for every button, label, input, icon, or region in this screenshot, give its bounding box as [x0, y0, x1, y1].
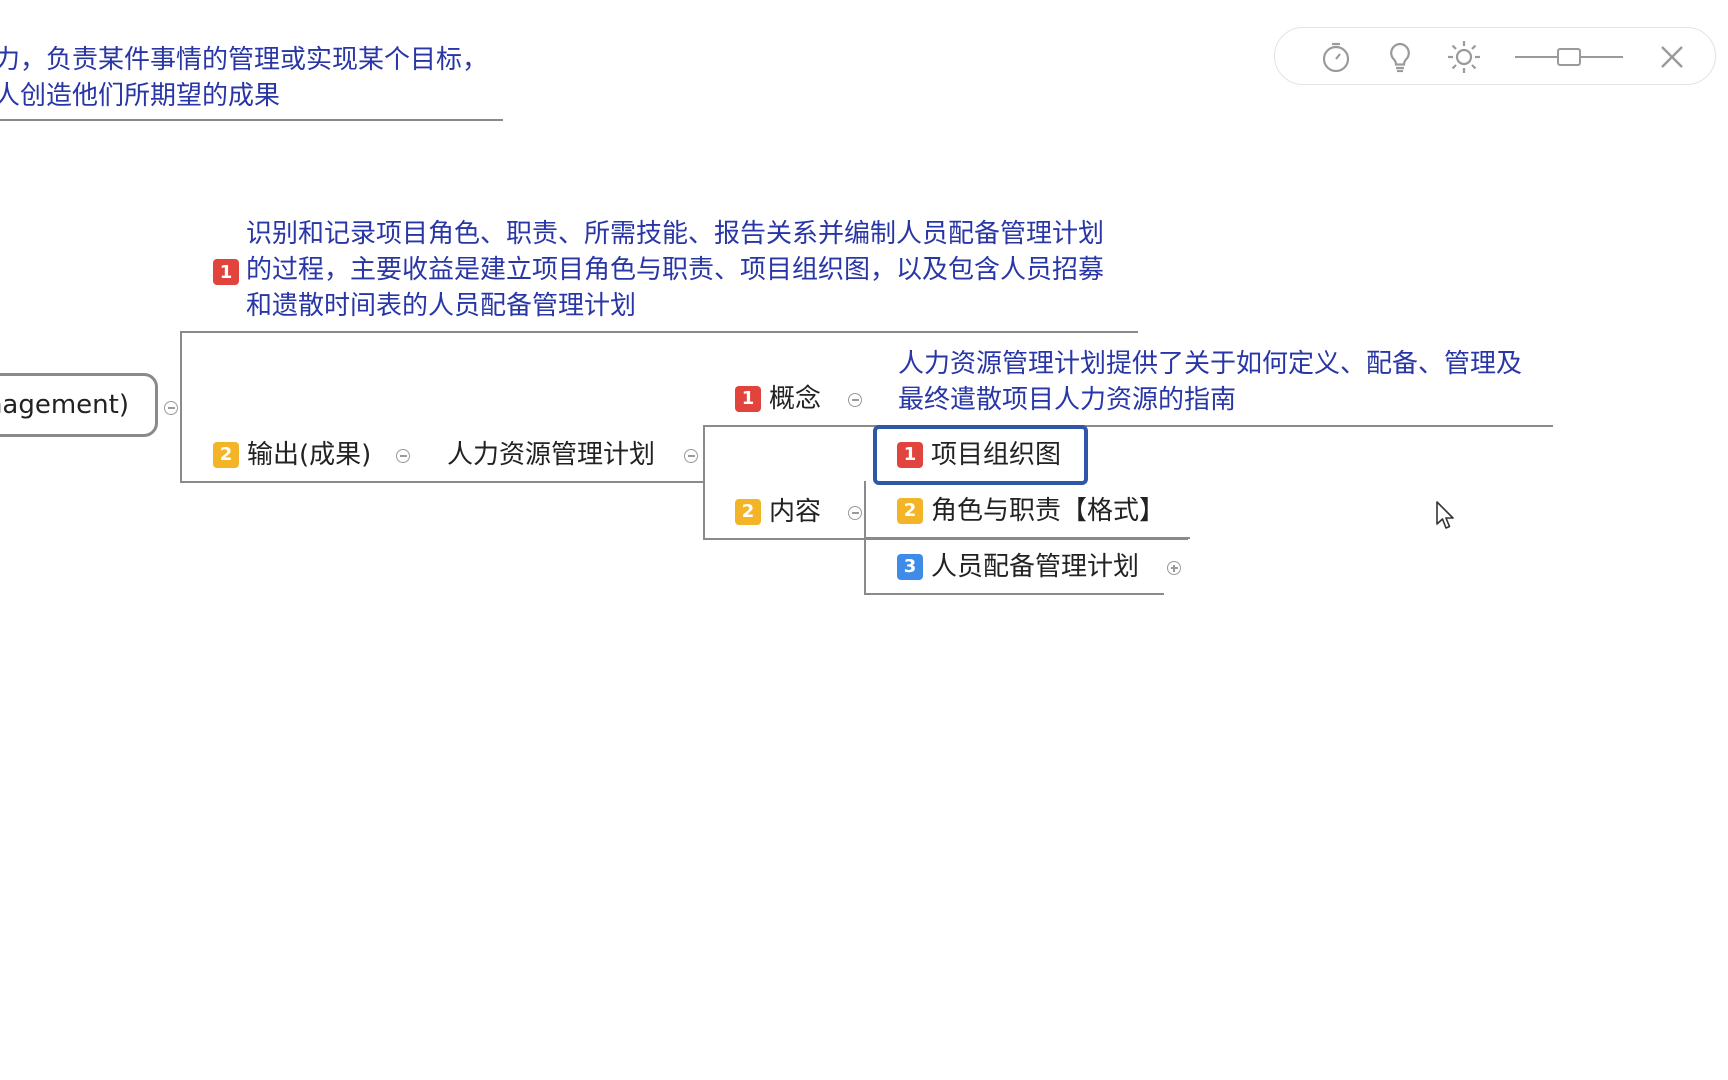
top-note: 力，负责某件事情的管理或实现某个目标， 人创造他们所期望的成果: [0, 42, 488, 114]
zoom-slider[interactable]: [1515, 43, 1623, 71]
concept-node[interactable]: 1 概念: [735, 381, 821, 417]
definition-note-line-1: 识别和记录项目角色、职责、所需技能、报告关系并编制人员配备管理计划: [246, 219, 1105, 249]
concept-underline: [703, 425, 1553, 427]
lightbulb-icon[interactable]: [1381, 38, 1419, 76]
definition-underline: [180, 331, 1138, 333]
plan-node[interactable]: 人力资源管理计划: [447, 437, 655, 473]
priority-3-icon: 3: [897, 554, 923, 580]
priority-2-icon: 2: [897, 498, 923, 524]
output-underline: [180, 481, 705, 483]
mindmap-canvas[interactable]: 力，负责某件事情的管理或实现某个目标， 人创造他们所期望的成果 nagement…: [0, 0, 1728, 1080]
content-node[interactable]: 2 内容: [735, 494, 821, 530]
expand-icon[interactable]: [1167, 561, 1181, 575]
content-item-3-underline: [864, 593, 1164, 595]
priority-2-icon: 2: [213, 442, 239, 468]
root-collapse-icon[interactable]: [164, 401, 178, 415]
zoom-slider-handle[interactable]: [1557, 48, 1581, 66]
concept-collapse-icon[interactable]: [848, 393, 862, 407]
content-collapse-icon[interactable]: [848, 506, 862, 520]
plan-branch-connector: [703, 425, 705, 540]
output-node-label: 输出(成果): [247, 440, 372, 470]
top-note-line-2: 人创造他们所期望的成果: [0, 81, 281, 111]
close-icon[interactable]: [1653, 38, 1691, 76]
content-item-label: 项目组织图: [931, 440, 1062, 470]
brightness-icon[interactable]: [1445, 38, 1483, 76]
concept-note-line-2: 最终遣散项目人力资源的指南: [898, 385, 1237, 415]
concept-note-line-1: 人力资源管理计划提供了关于如何定义、配备、管理及: [898, 349, 1523, 379]
priority-2-icon: 2: [735, 499, 761, 525]
content-item-org-chart[interactable]: 1 项目组织图: [897, 437, 1061, 473]
mouse-cursor-icon: [1435, 500, 1457, 536]
content-item-roles[interactable]: 2 角色与职责【格式】: [897, 493, 1165, 529]
plan-node-label: 人力资源管理计划: [447, 440, 656, 470]
output-collapse-icon[interactable]: [396, 449, 410, 463]
root-topic-label: nagement): [0, 390, 129, 420]
top-note-line-1: 力，负责某件事情的管理或实现某个目标，: [0, 45, 489, 75]
timer-icon[interactable]: [1317, 38, 1355, 76]
content-item-2-underline: [864, 537, 1190, 539]
definition-note-line-2: 的过程，主要收益是建立项目角色与职责、项目组织图，以及包含人员招募: [246, 255, 1105, 285]
content-item-label: 人员配备管理计划: [931, 552, 1140, 582]
output-node[interactable]: 2 输出(成果): [213, 437, 371, 473]
priority-1-icon: 1: [897, 442, 923, 468]
root-branch-connector: [180, 331, 182, 483]
definition-note-line-3: 和遗散时间表的人员配备管理计划: [246, 291, 637, 321]
priority-1-icon: 1: [213, 259, 239, 285]
concept-note[interactable]: 人力资源管理计划提供了关于如何定义、配备、管理及 最终遣散项目人力资源的指南: [898, 346, 1522, 418]
content-node-label: 内容: [769, 497, 822, 527]
root-topic-node[interactable]: nagement): [0, 373, 158, 437]
content-item-staffing-plan[interactable]: 3 人员配备管理计划: [897, 549, 1139, 585]
plan-collapse-icon[interactable]: [684, 449, 698, 463]
priority-1-icon: 1: [735, 386, 761, 412]
top-note-underline: [0, 119, 503, 121]
concept-node-label: 概念: [769, 384, 822, 414]
definition-note-text: 识别和记录项目角色、职责、所需技能、报告关系并编制人员配备管理计划 的过程，主要…: [246, 216, 1104, 324]
view-toolbar: [1274, 27, 1716, 85]
content-item-label: 角色与职责【格式】: [931, 496, 1166, 526]
